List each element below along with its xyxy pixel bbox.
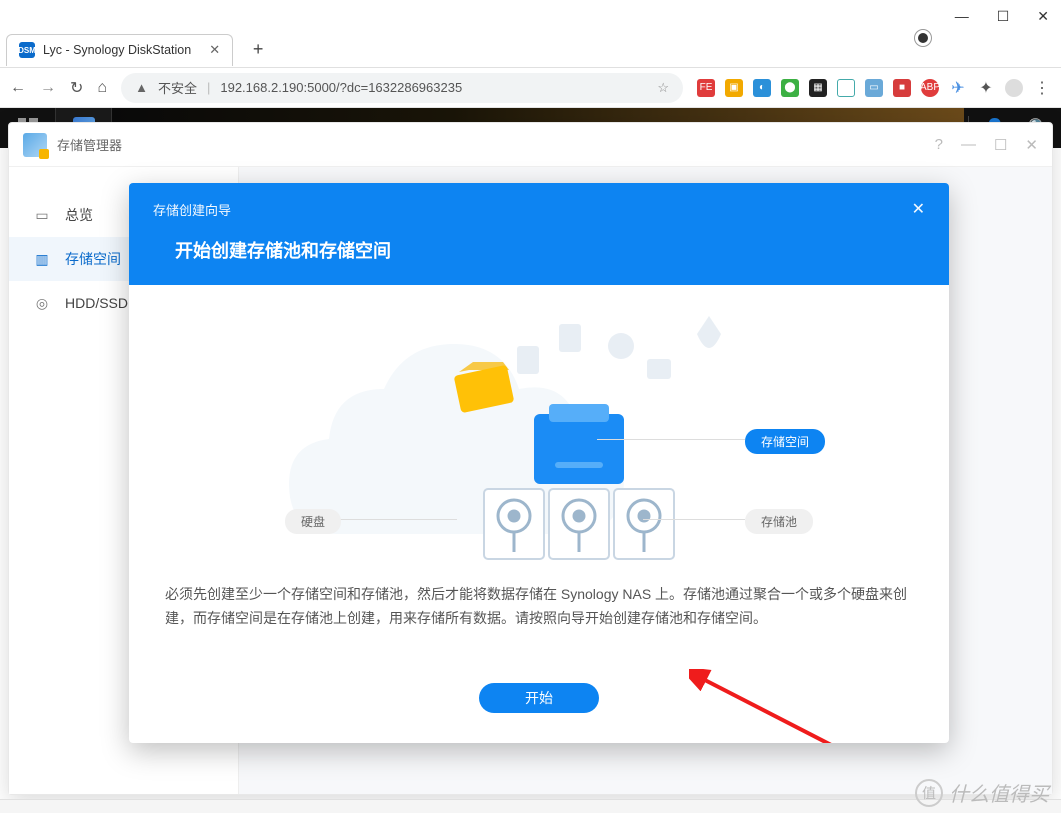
address-bar[interactable]: ▲ 不安全 | 192.168.2.190:5000/?dc=163228696… [121,73,683,103]
wizard-header: 存储创建向导 ✕ 开始创建存储池和存储空间 [129,183,949,285]
profile-avatar-icon[interactable] [1005,79,1023,97]
bookmark-star-icon[interactable]: ☆ [657,80,669,96]
volume-label-pill: 存储空间 [745,429,825,454]
media-control-dot-icon[interactable] [915,30,931,46]
disk-label-pill: 硬盘 [285,509,341,534]
illustration: 存储空间 存储池 硬盘 [165,299,913,569]
os-minimize-icon[interactable]: — [955,8,969,24]
separator: | [207,80,210,95]
wizard-footer: 开始 [129,659,949,743]
wizard-title: 开始创建存储池和存储空间 [153,237,925,263]
extension-icon[interactable]: ▦ [809,79,827,97]
sidebar-item-label: HDD/SSD [65,295,128,311]
browser-menu-icon[interactable]: ⋮ [1033,79,1051,97]
storage-illustration-svg [259,304,819,564]
storage-manager-window: 存储管理器 ? — ☐ ✕ ▭ 总览 ▥ 存储空间 ◎ HDD/SSD [8,122,1053,795]
app-title: 存储管理器 [57,135,122,154]
extension-icon[interactable]: ■ [893,79,911,97]
extension-icon[interactable]: ▣ [725,79,743,97]
app-minimize-icon[interactable]: — [961,136,976,154]
app-icon [23,133,47,157]
annotation-arrow-icon [689,669,849,743]
app-window-controls: ? — ☐ ✕ [935,136,1038,154]
pool-label-pill: 存储池 [745,509,813,534]
adblock-icon[interactable]: ABP [921,79,939,97]
wizard-description: 必须先创建至少一个存储空间和存储池，然后才能将数据存储在 Synology NA… [165,583,913,631]
extensions-area: FE ▣ ◐ ⬤ ▦ ▭ ■ ABP ✈ ✦ ⋮ [697,79,1051,97]
favicon-icon: DSM [19,42,35,58]
sidebar-item-label: 存储空间 [65,249,121,269]
watermark-badge-icon: 值 [915,779,943,807]
disk-icon: ◎ [33,294,51,312]
os-close-icon[interactable]: ✕ [1037,8,1049,25]
connector-line [337,519,457,520]
extension-icon[interactable]: ▭ [865,79,883,97]
extension-icon[interactable] [837,79,855,97]
extension-icon[interactable]: FE [697,79,715,97]
wizard-body: 存储空间 存储池 硬盘 必须先创建至少一个存储空间和存储池，然后才能将数据存储在… [129,285,949,659]
watermark: 值 什么值得买 [915,778,1049,807]
sidebar-item-label: 总览 [65,205,93,225]
back-button[interactable]: ← [10,79,26,97]
storage-icon: ▥ [33,250,51,268]
browser-tab-bar: DSM Lyc - Synology DiskStation ✕ + [0,32,1061,68]
tab-title: Lyc - Synology DiskStation [43,43,191,57]
start-button[interactable]: 开始 [479,683,599,713]
connector-line [597,439,745,440]
storage-creation-wizard: 存储创建向导 ✕ 开始创建存储池和存储空间 [129,183,949,743]
extension-icon[interactable]: ⬤ [781,79,799,97]
browser-tab[interactable]: DSM Lyc - Synology DiskStation ✕ [6,34,233,66]
extensions-menu-icon[interactable]: ✦ [977,79,995,97]
extension-icon[interactable]: ✈ [949,79,967,97]
reload-button[interactable]: ↻ [70,78,83,98]
connector-line [643,519,745,520]
url-text: 192.168.2.190:5000/?dc=1632286963235 [220,80,462,95]
browser-status-bar [0,799,1061,813]
wizard-close-icon[interactable]: ✕ [912,199,925,219]
os-maximize-icon[interactable]: ☐ [997,8,1010,25]
wizard-breadcrumb: 存储创建向导 [153,200,231,219]
insecure-label: 不安全 [158,78,197,97]
extension-icon[interactable]: ◐ [753,79,771,97]
app-titlebar: 存储管理器 ? — ☐ ✕ [9,123,1052,167]
home-button[interactable]: ⌂ [97,79,107,97]
app-close-icon[interactable]: ✕ [1025,136,1038,154]
app-maximize-icon[interactable]: ☐ [994,136,1007,154]
overview-icon: ▭ [33,206,51,224]
tab-close-icon[interactable]: ✕ [209,42,220,58]
app-help-icon[interactable]: ? [935,136,943,154]
browser-toolbar: ← → ↻ ⌂ ▲ 不安全 | 192.168.2.190:5000/?dc=1… [0,68,1061,108]
forward-button[interactable]: → [40,79,56,97]
new-tab-button[interactable]: + [243,35,273,65]
watermark-text: 什么值得买 [949,778,1049,807]
insecure-warning-icon: ▲ [135,80,148,95]
os-window-controls: — ☐ ✕ [0,0,1061,32]
